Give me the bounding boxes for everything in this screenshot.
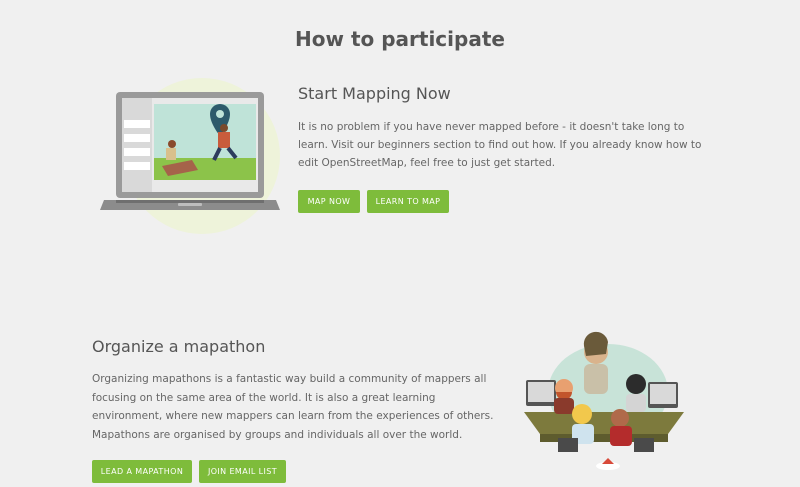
- laptop-mapping-illustration: [100, 76, 282, 236]
- page-title: How to participate: [295, 27, 505, 51]
- lead-mapathon-button[interactable]: LEAD A MAPATHON: [92, 460, 192, 483]
- mapathon-group-illustration: [522, 330, 684, 480]
- map-now-button[interactable]: MAP NOW: [298, 190, 360, 213]
- start-mapping-text: It is no problem if you have never mappe…: [298, 121, 702, 169]
- mapathon-text: Organizing mapathons is a fantastic way …: [92, 373, 494, 442]
- mapathon-heading: Organize a mapathon: [92, 337, 266, 356]
- join-email-list-button[interactable]: JOIN EMAIL LIST: [199, 460, 286, 483]
- learn-to-map-button[interactable]: LEARN TO MAP: [367, 190, 449, 213]
- start-mapping-heading: Start Mapping Now: [298, 84, 451, 103]
